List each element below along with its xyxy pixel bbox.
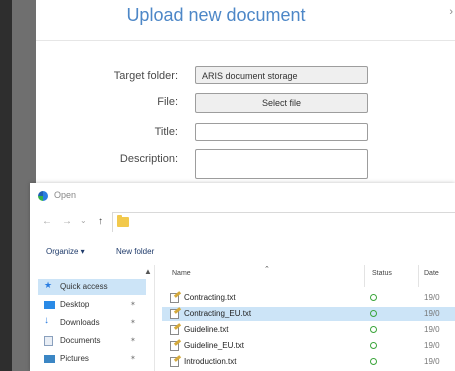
pin-icon: ✶ xyxy=(130,337,136,344)
new-folder-button[interactable]: New folder xyxy=(116,247,154,256)
organize-button[interactable]: Organize ▾ xyxy=(46,247,85,256)
close-icon[interactable]: › xyxy=(449,6,453,18)
nav-item-quick-access[interactable]: ★ Quick access xyxy=(38,279,146,295)
background-dark-strip xyxy=(0,0,12,371)
recent-chevron-icon[interactable]: ⌄ xyxy=(80,216,87,225)
description-input[interactable] xyxy=(195,149,368,179)
nav-item-documents[interactable]: Documents ✶ xyxy=(38,333,146,349)
file-row[interactable]: Contracting.txt 19/0 xyxy=(162,291,455,305)
sort-caret-icon: ⌃ xyxy=(264,266,270,273)
pin-icon: ✶ xyxy=(130,301,136,308)
open-dialog-titlebar: Open xyxy=(30,183,455,207)
pin-icon: ✶ xyxy=(130,319,136,326)
file-date: 19/0 xyxy=(424,293,440,302)
star-icon: ★ xyxy=(44,280,53,290)
file-list: Name ⌃ Status Date Contracting.txt 19/0 … xyxy=(154,265,455,371)
up-arrow-icon[interactable]: ↑ xyxy=(98,216,103,227)
text-file-icon xyxy=(170,293,179,303)
documents-icon xyxy=(44,336,53,346)
nav-item-label: Pictures xyxy=(60,354,89,363)
sync-status-icon xyxy=(370,358,377,365)
folder-icon xyxy=(117,215,129,227)
open-dialog-toolbar: Organize ▾ New folder xyxy=(30,245,455,261)
column-header-name[interactable]: Name xyxy=(172,270,191,277)
file-row[interactable]: Guideline_EU.txt 19/0 xyxy=(162,339,455,353)
forward-arrow-icon[interactable]: → xyxy=(62,216,72,227)
upload-dialog-title: Upload new document xyxy=(126,5,306,25)
nav-item-downloads[interactable]: ↓ Downloads ✶ xyxy=(38,315,146,331)
address-bar[interactable] xyxy=(112,212,455,232)
scroll-up-icon[interactable]: ▲ xyxy=(144,267,152,276)
target-folder-label: Target folder: xyxy=(113,70,178,82)
file-row[interactable]: Guideline.txt 19/0 xyxy=(162,323,455,337)
title-input[interactable] xyxy=(195,123,368,141)
navigation-pane: ▲ ★ Quick access Desktop ✶ ↓ Downloads ✶… xyxy=(30,265,155,371)
file-row[interactable]: Introduction.txt 19/0 xyxy=(162,355,455,369)
nav-item-desktop[interactable]: Desktop ✶ xyxy=(38,297,146,313)
text-file-icon xyxy=(170,341,179,351)
file-name: Guideline.txt xyxy=(184,325,229,334)
file-row[interactable]: Contracting_EU.txt 19/0 xyxy=(162,307,455,321)
file-date: 19/0 xyxy=(424,309,440,318)
target-folder-value: ARIS document storage xyxy=(202,71,298,81)
column-header-date[interactable]: Date xyxy=(424,270,439,277)
text-file-icon xyxy=(170,325,179,335)
nav-item-label: Quick access xyxy=(60,282,108,291)
file-label: File: xyxy=(157,96,178,108)
open-dialog-title: Open xyxy=(54,190,77,200)
column-header-status[interactable]: Status xyxy=(372,270,392,277)
file-date: 19/0 xyxy=(424,357,440,366)
description-label: Description: xyxy=(119,153,178,165)
file-date: 19/0 xyxy=(424,325,440,334)
sync-status-icon xyxy=(370,326,377,333)
sync-status-icon xyxy=(370,310,377,317)
nav-item-label: Desktop xyxy=(60,300,90,309)
text-file-icon xyxy=(170,357,179,367)
select-file-button[interactable]: Select file xyxy=(195,93,368,113)
file-name: Contracting_EU.txt xyxy=(184,309,252,318)
pin-icon: ✶ xyxy=(130,355,136,362)
file-name: Introduction.txt xyxy=(184,357,237,366)
upload-dialog-header: Upload new document › xyxy=(36,0,455,41)
target-folder-field[interactable]: ARIS document storage xyxy=(195,66,368,84)
nav-item-pictures[interactable]: Pictures ✶ xyxy=(38,351,146,367)
navigation-bar: ← → ⌄ ↑ xyxy=(30,211,455,235)
desktop-icon xyxy=(44,301,55,309)
file-name: Guideline_EU.txt xyxy=(184,341,245,350)
back-arrow-icon[interactable]: ← xyxy=(42,216,52,227)
open-file-dialog: Open ← → ⌄ ↑ Organize ▾ New folder ▲ ★ Q… xyxy=(30,183,455,371)
column-separator xyxy=(418,265,419,287)
pictures-icon xyxy=(44,355,55,363)
nav-item-label: Downloads xyxy=(60,318,100,327)
sync-status-icon xyxy=(370,342,377,349)
title-label: Title: xyxy=(154,126,178,138)
file-name: Contracting.txt xyxy=(184,293,236,302)
download-icon: ↓ xyxy=(44,315,49,326)
browser-logo-icon xyxy=(38,191,48,201)
text-file-icon xyxy=(170,309,179,319)
column-separator xyxy=(364,265,365,287)
nav-item-label: Documents xyxy=(60,336,101,345)
file-date: 19/0 xyxy=(424,341,440,350)
sync-status-icon xyxy=(370,294,377,301)
